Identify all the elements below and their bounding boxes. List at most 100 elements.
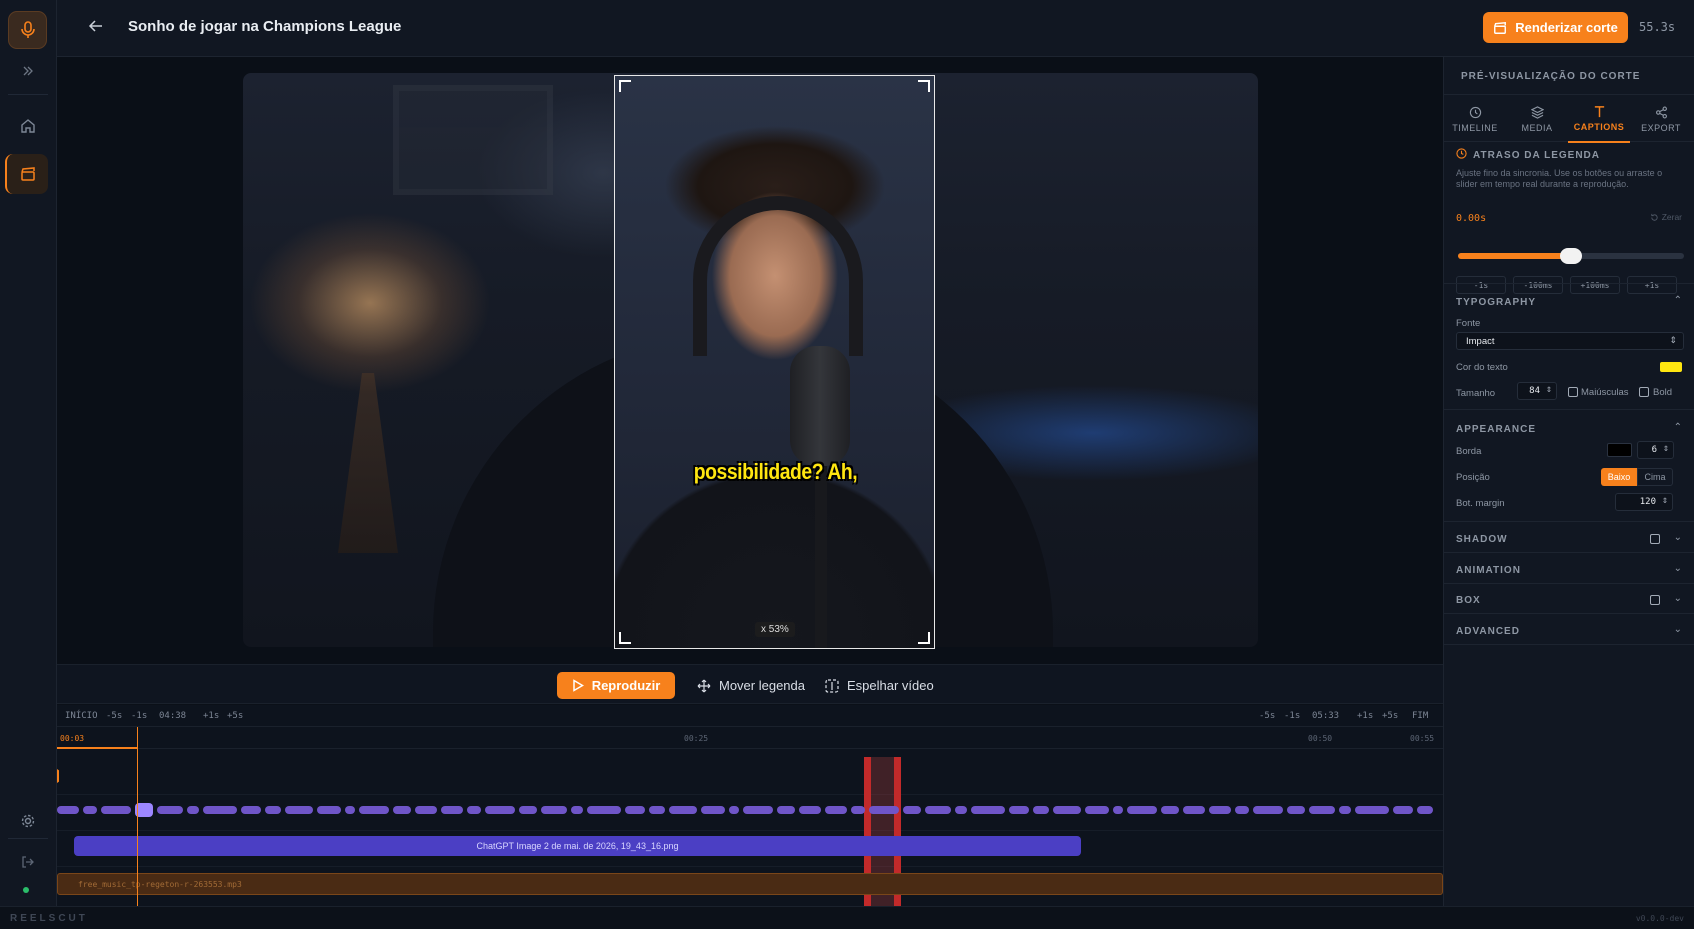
image-clip[interactable]: ChatGPT Image 2 de mai. de 2026, 19_43_1…	[74, 836, 1081, 856]
expand-chevron-icon[interactable]: ⌄	[1674, 624, 1682, 635]
bottom-margin-input[interactable]: 120 ⇕	[1615, 493, 1673, 511]
tab-timeline[interactable]: TIMELINE	[1444, 95, 1506, 143]
expand-chevron-icon[interactable]	[16, 59, 40, 83]
caption-segment[interactable]	[925, 806, 951, 814]
expand-chevron-icon[interactable]: ⌄	[1674, 532, 1682, 543]
delay-plus-100ms-button[interactable]: +100ms	[1570, 276, 1620, 294]
caption-segment[interactable]	[1161, 806, 1179, 814]
caption-segment[interactable]	[393, 806, 411, 814]
jump-start[interactable]: INÍCIO	[65, 711, 98, 721]
end-jump-plus-5s[interactable]: +5s	[1382, 711, 1398, 721]
text-color-swatch[interactable]	[1660, 362, 1682, 372]
shadow-section-title[interactable]: SHADOW	[1456, 534, 1508, 545]
caption-overlay-text[interactable]: possibilidade? Ah,	[634, 459, 916, 485]
collapse-chevron-icon[interactable]: ⌃	[1674, 422, 1682, 433]
caption-segment[interactable]	[743, 806, 773, 814]
caption-segment[interactable]	[101, 806, 131, 814]
border-color-swatch[interactable]	[1607, 443, 1632, 457]
bold-checkbox[interactable]	[1639, 387, 1649, 397]
caption-segment[interactable]	[241, 806, 261, 814]
caption-segment[interactable]	[1127, 806, 1157, 814]
caption-segment[interactable]	[359, 806, 389, 814]
border-width-input[interactable]: 6 ⇕	[1637, 441, 1674, 459]
caption-segment[interactable]	[869, 806, 899, 814]
caption-segment[interactable]	[571, 806, 583, 814]
caption-segment[interactable]	[415, 806, 437, 814]
caption-segment[interactable]	[625, 806, 645, 814]
reset-delay-button[interactable]: Zerar	[1650, 212, 1682, 222]
position-bottom-button[interactable]: Baixo	[1601, 468, 1637, 486]
caption-segment[interactable]	[851, 806, 865, 814]
caption-segment[interactable]	[1009, 806, 1029, 814]
end-jump-plus-1s[interactable]: +1s	[1357, 711, 1373, 721]
caption-segment[interactable]	[265, 806, 281, 814]
back-arrow-icon[interactable]	[87, 17, 109, 39]
delay-plus-1s-button[interactable]: +1s	[1627, 276, 1677, 294]
collapse-chevron-icon[interactable]: ⌃	[1674, 295, 1682, 306]
tab-captions[interactable]: CAPTIONS	[1568, 95, 1630, 143]
caption-segment[interactable]	[1113, 806, 1123, 814]
delay-minus-1s-button[interactable]: -1s	[1456, 276, 1506, 294]
caption-segment[interactable]	[587, 806, 621, 814]
audio-clip[interactable]: free_music_tp-regeton-r-263553.mp3	[57, 873, 1443, 895]
caption-segment[interactable]	[799, 806, 821, 814]
caption-segment[interactable]	[1209, 806, 1231, 814]
caption-segment[interactable]	[285, 806, 313, 814]
caption-segment[interactable]	[729, 806, 739, 814]
caption-segment[interactable]	[1309, 806, 1335, 814]
shadow-checkbox[interactable]	[1650, 534, 1660, 544]
caption-segment[interactable]	[441, 806, 463, 814]
caption-segment[interactable]	[345, 806, 355, 814]
jump-minus-5s[interactable]: -5s	[106, 711, 122, 721]
caption-segment[interactable]	[1085, 806, 1109, 814]
uppercase-checkbox[interactable]	[1568, 387, 1578, 397]
tab-media[interactable]: MEDIA	[1506, 95, 1568, 143]
settings-gear-icon[interactable]	[16, 809, 40, 833]
jump-end[interactable]: FIM	[1412, 711, 1428, 721]
expand-chevron-icon[interactable]: ⌄	[1674, 563, 1682, 574]
caption-segment[interactable]	[467, 806, 481, 814]
tab-export[interactable]: EXPORT	[1630, 95, 1692, 143]
caption-segment[interactable]	[83, 806, 97, 814]
caption-segment[interactable]	[971, 806, 1005, 814]
caption-segment[interactable]	[1033, 806, 1049, 814]
logout-icon[interactable]	[16, 850, 40, 874]
delay-slider-thumb[interactable]	[1560, 248, 1582, 264]
advanced-section-title[interactable]: ADVANCED	[1456, 626, 1520, 637]
box-section-title[interactable]: BOX	[1456, 595, 1481, 606]
caption-segment[interactable]	[701, 806, 725, 814]
font-size-input[interactable]: 84 ⇕	[1517, 382, 1557, 400]
position-top-button[interactable]: Cima	[1637, 468, 1673, 486]
caption-segment[interactable]	[1253, 806, 1283, 814]
render-cut-button[interactable]: Renderizar corte	[1483, 12, 1628, 43]
caption-segment[interactable]	[541, 806, 567, 814]
caption-segment[interactable]	[317, 806, 341, 814]
caption-segment[interactable]	[777, 806, 795, 814]
crop-handle-top-right[interactable]	[918, 80, 930, 92]
delay-minus-100ms-button[interactable]: -100ms	[1513, 276, 1563, 294]
caption-segment[interactable]	[157, 806, 183, 814]
crop-handle-bottom-left[interactable]	[619, 632, 631, 644]
playhead[interactable]	[137, 727, 138, 906]
caption-segment[interactable]	[485, 806, 515, 814]
caption-segment[interactable]	[187, 806, 199, 814]
mic-logo-button[interactable]	[8, 11, 47, 49]
caption-segment[interactable]	[649, 806, 665, 814]
expand-chevron-icon[interactable]: ⌄	[1674, 593, 1682, 604]
font-select[interactable]: Impact ⇕	[1456, 332, 1684, 350]
caption-segment[interactable]	[1355, 806, 1389, 814]
crop-handle-top-left[interactable]	[619, 80, 631, 92]
jump-plus-5s[interactable]: +5s	[227, 711, 243, 721]
vertical-crop-frame[interactable]: possibilidade? Ah, x 53%	[614, 75, 935, 649]
caption-segment[interactable]	[1417, 806, 1433, 814]
caption-segment[interactable]	[1393, 806, 1413, 814]
caption-segment[interactable]	[955, 806, 967, 814]
jump-minus-1s[interactable]: -1s	[131, 711, 147, 721]
caption-segment[interactable]	[903, 806, 921, 814]
end-jump-minus-1s[interactable]: -1s	[1284, 711, 1300, 721]
animation-section-title[interactable]: ANIMATION	[1456, 565, 1521, 576]
jump-plus-1s[interactable]: +1s	[203, 711, 219, 721]
delay-slider[interactable]	[1458, 248, 1684, 264]
caption-segment[interactable]	[669, 806, 697, 814]
caption-segment[interactable]	[1053, 806, 1081, 814]
